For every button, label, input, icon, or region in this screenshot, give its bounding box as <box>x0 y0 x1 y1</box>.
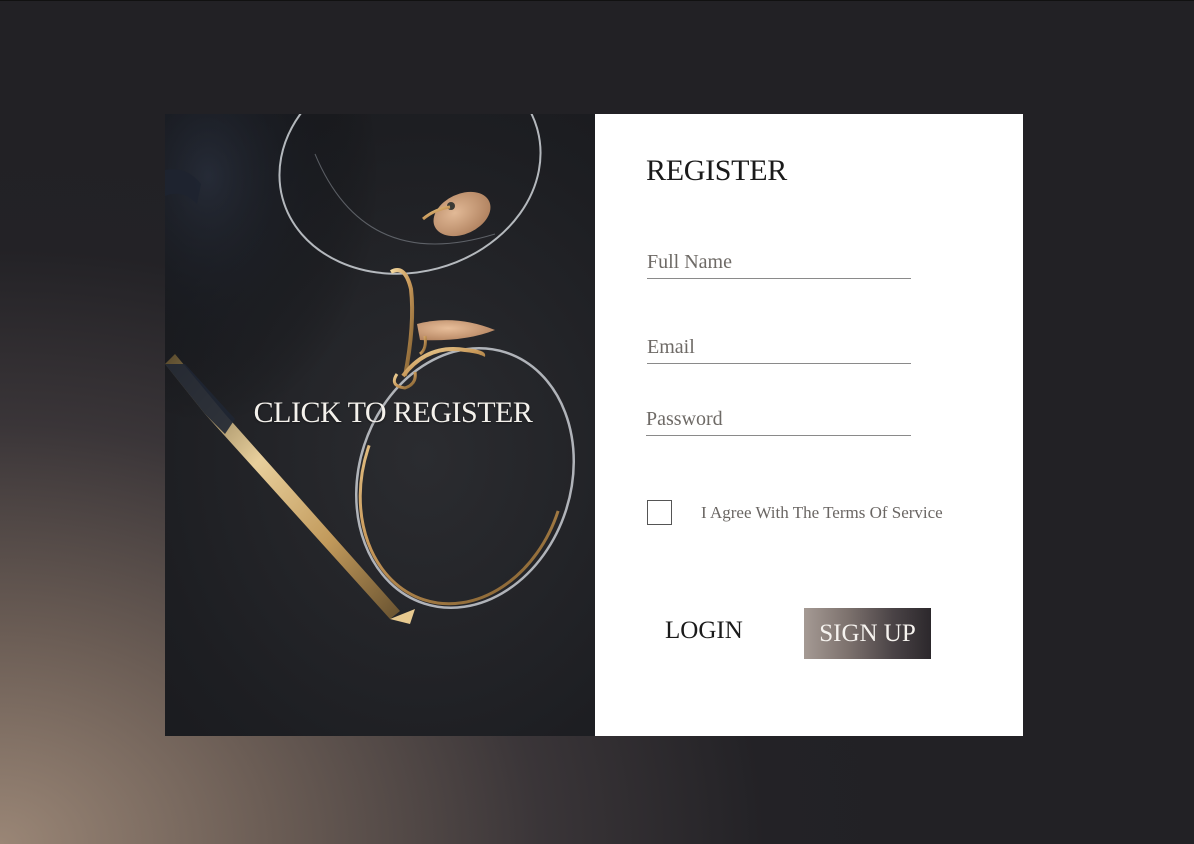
form-title: REGISTER <box>646 154 787 187</box>
full-name-field[interactable] <box>647 251 911 279</box>
email-field[interactable] <box>647 336 911 364</box>
login-button[interactable]: LOGIN <box>665 617 743 645</box>
password-field[interactable] <box>646 408 911 436</box>
terms-checkbox[interactable] <box>647 500 672 525</box>
click-to-register-link[interactable]: CLICK TO REGISTER <box>165 396 595 430</box>
hero-photo-panel: CLICK TO REGISTER <box>165 114 595 736</box>
top-border <box>0 0 1194 1</box>
terms-label: I Agree With The Terms Of Service <box>701 503 943 522</box>
sign-up-button[interactable]: SIGN UP <box>804 608 931 659</box>
register-card: CLICK TO REGISTER REGISTER I Agree With … <box>165 114 1023 736</box>
register-form: REGISTER I Agree With The Terms Of Servi… <box>595 114 1023 736</box>
